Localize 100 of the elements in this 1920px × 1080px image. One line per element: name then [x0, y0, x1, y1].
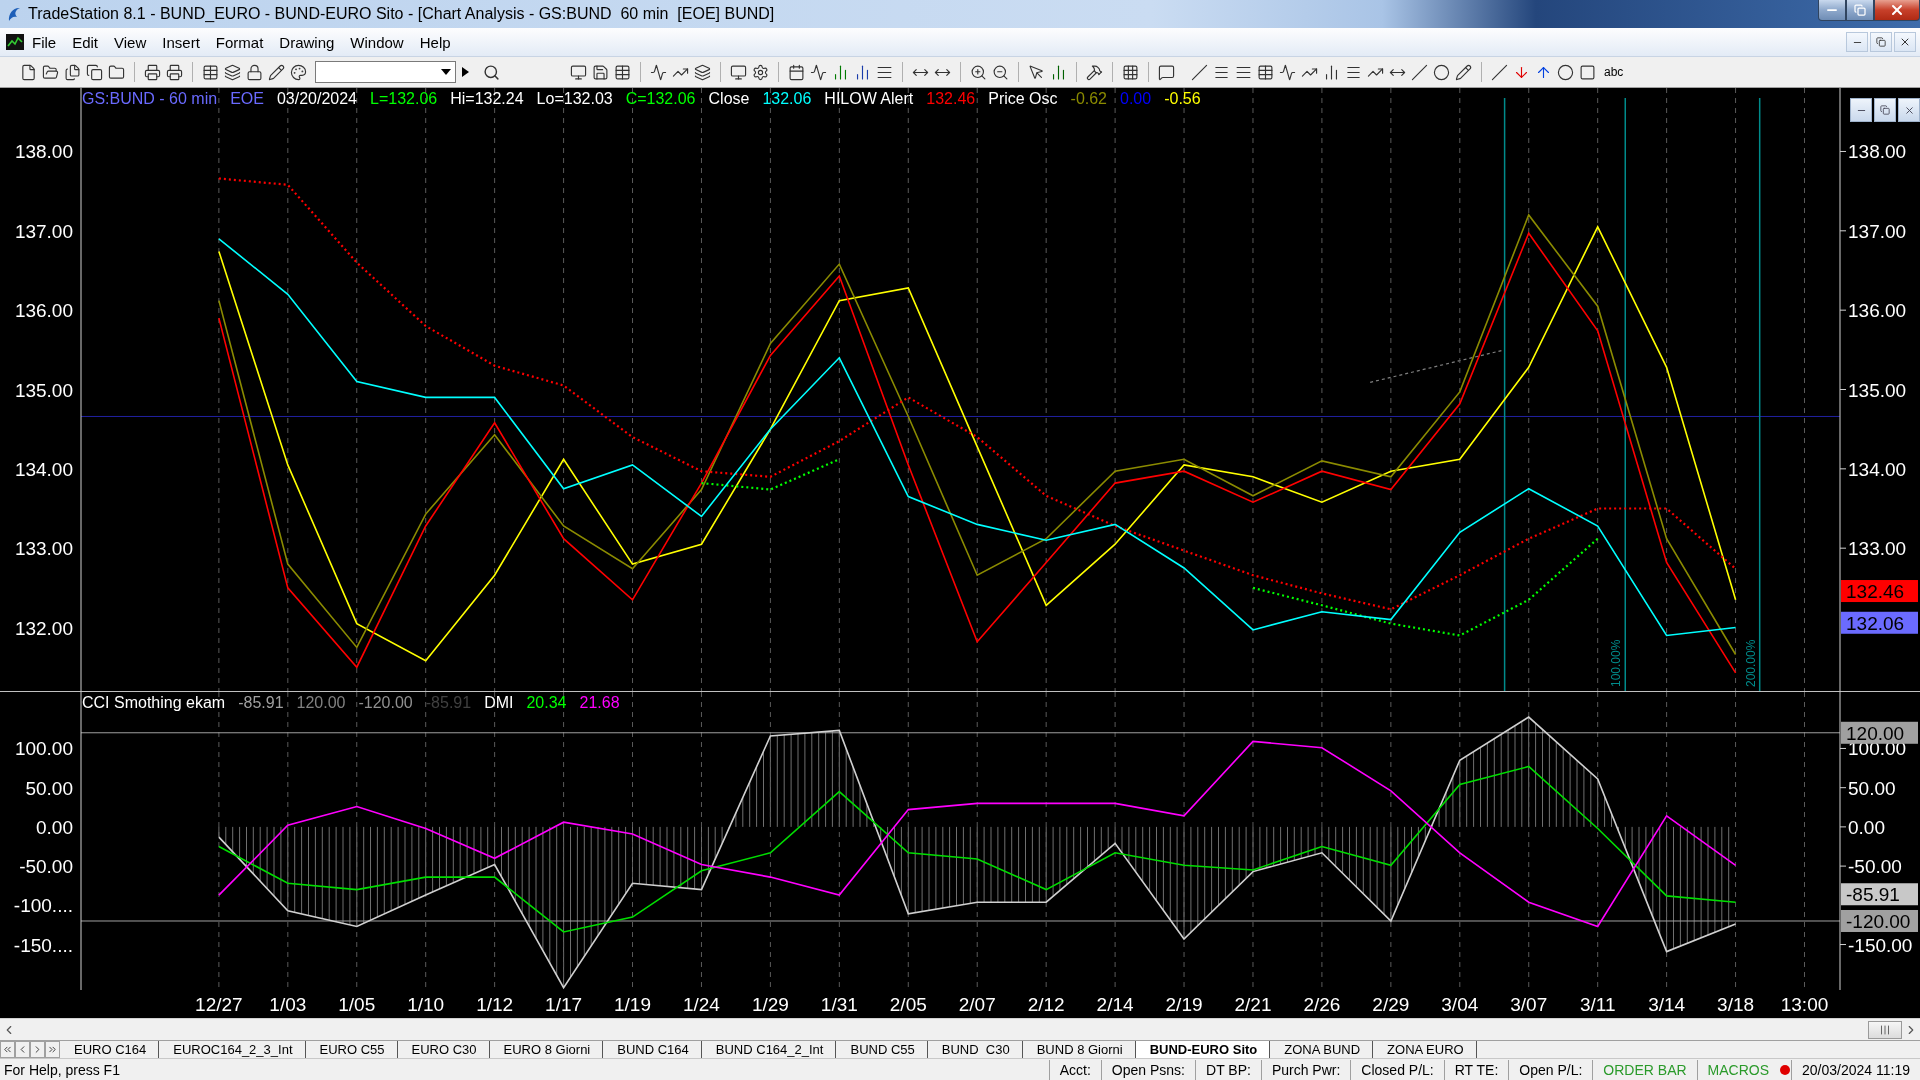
maximize-button[interactable]	[1846, 0, 1874, 21]
indicator-value: EOE	[230, 90, 264, 108]
layers-icon[interactable]	[224, 63, 241, 81]
indicator-value: -85.91	[425, 694, 472, 712]
menu-item[interactable]: File	[24, 31, 65, 53]
indicator-value: 120.00	[296, 694, 346, 712]
menu-item[interactable]: Edit	[64, 31, 107, 53]
play-icon[interactable]	[462, 67, 469, 77]
chart-app-icon[interactable]	[6, 34, 24, 50]
search-icon[interactable]	[483, 63, 500, 81]
axis-label: 135.00	[14, 379, 73, 401]
axis-label: 13:00	[1780, 994, 1829, 1015]
new-file-icon[interactable]	[20, 63, 37, 81]
menu-item[interactable]: Format	[207, 31, 272, 53]
save-icon[interactable]	[592, 63, 609, 81]
zoom-in-icon[interactable]	[970, 63, 987, 81]
pulse-icon[interactable]	[810, 63, 827, 81]
axis-label: 3/18	[1717, 994, 1755, 1015]
window-title: TradeStation 8.1 - BUND_EURO - BUND-EURO Sito - [Chart Analysis - GS:BUND 60 min [EOE] BUND]	[28, 5, 775, 23]
comment-icon[interactable]	[1158, 63, 1175, 81]
axis-label: 2/26	[1303, 994, 1341, 1015]
square-icon[interactable]	[1579, 63, 1596, 81]
indicator-value: C=132.06	[625, 90, 696, 108]
calendar-icon[interactable]	[788, 63, 805, 81]
axis-label: 136.00	[1848, 300, 1907, 322]
pencil-icon[interactable]	[1455, 63, 1472, 81]
axis-label: 132.00	[14, 617, 73, 639]
status-clock: 20/03/2024 11:19	[1791, 1059, 1920, 1080]
axis-label: 137.00	[1848, 220, 1907, 242]
sheet-tab[interactable]: BUND-EURO Sito	[1135, 1041, 1271, 1058]
minimize-button[interactable]	[1818, 0, 1846, 21]
bar-chart-icon[interactable]	[832, 63, 849, 81]
indicator-value: 0.00	[1120, 90, 1152, 108]
double-chevron-right-icon	[47, 1044, 58, 1055]
menu-item[interactable]: Help	[411, 31, 459, 53]
pulse-icon[interactable]	[650, 63, 667, 81]
axis-label: 1/31	[820, 994, 858, 1015]
axis-label: 2/19	[1165, 994, 1203, 1015]
text-tool-button[interactable]: abc	[1601, 65, 1627, 79]
palette-icon[interactable]	[290, 63, 307, 81]
line-tool-icon[interactable]	[1491, 63, 1508, 81]
circle-icon[interactable]	[1557, 63, 1574, 81]
indicator-value: -0.56	[1164, 90, 1201, 108]
zoom-out-icon[interactable]	[992, 63, 1009, 81]
menu-item[interactable]: Insert	[154, 31, 208, 53]
status-field: DT BP:	[1195, 1059, 1261, 1080]
curve-icon[interactable]	[1279, 63, 1296, 81]
axis-label: 50.00	[25, 777, 73, 799]
grid-icon[interactable]	[1122, 63, 1139, 81]
restore-button[interactable]	[1870, 32, 1892, 52]
folder-icon[interactable]	[108, 63, 125, 81]
axis-label: 1/24	[682, 994, 720, 1015]
monitor-icon[interactable]	[570, 63, 587, 81]
axis-label: 1/17	[545, 994, 583, 1015]
restore-button[interactable]	[1874, 98, 1896, 122]
axis-label: 3/07	[1510, 994, 1548, 1015]
status-field: Closed P/L:	[1350, 1059, 1444, 1080]
chart-icon[interactable]	[1050, 63, 1067, 81]
indicator-value: 21.68	[579, 694, 620, 712]
table-icon[interactable]	[614, 63, 631, 81]
status-field: Acct:	[1048, 1059, 1101, 1080]
printer-icon[interactable]	[144, 63, 161, 81]
layers-icon[interactable]	[694, 63, 711, 81]
pencil-icon[interactable]	[268, 63, 285, 81]
files-icon[interactable]	[64, 63, 81, 81]
monitor-icon[interactable]	[730, 63, 747, 81]
close-icon	[1903, 104, 1915, 116]
axis-label: 12/27	[195, 994, 243, 1015]
axis-label: 2/21	[1234, 994, 1272, 1015]
printer-icon[interactable]	[166, 63, 183, 81]
symbol-combobox[interactable]	[315, 61, 456, 83]
close-icon	[1899, 36, 1911, 48]
axis-label: 135.00	[1848, 379, 1907, 401]
folder-icon[interactable]	[42, 63, 59, 81]
lock-icon[interactable]	[246, 63, 263, 81]
first-tab-button[interactable]	[0, 1041, 15, 1058]
table-icon[interactable]	[1257, 63, 1274, 81]
settings-icon[interactable]	[752, 63, 769, 81]
menu-item[interactable]: View	[106, 31, 155, 53]
hammer-icon[interactable]	[1086, 63, 1103, 81]
axis-label: 0.00	[1848, 816, 1885, 838]
pointer-icon[interactable]	[1028, 63, 1045, 81]
axis-label: 1/03	[269, 994, 307, 1015]
menu-item[interactable]: Window	[342, 31, 412, 53]
last-tab-button[interactable]	[45, 1041, 60, 1058]
axis-label: 136.00	[14, 300, 73, 322]
table-icon[interactable]	[202, 63, 219, 81]
scroll-thumb[interactable]	[1868, 1020, 1902, 1039]
copy-icon[interactable]	[86, 63, 103, 81]
axis-label: 134.00	[1848, 458, 1907, 480]
line-tool-icon[interactable]	[1191, 63, 1208, 81]
bars-icon[interactable]	[1323, 63, 1340, 81]
menu-item[interactable]: Drawing	[271, 31, 343, 53]
axis-label: 1/29	[751, 994, 789, 1015]
bar-chart-icon[interactable]	[854, 63, 871, 81]
indicator-value: Lo=132.03	[536, 90, 613, 108]
axis-label: -150.00	[1848, 934, 1913, 956]
axis-label: 3/04	[1441, 994, 1479, 1015]
close-button[interactable]	[1874, 0, 1920, 21]
indicator-value: HILOW Alert	[824, 90, 914, 108]
